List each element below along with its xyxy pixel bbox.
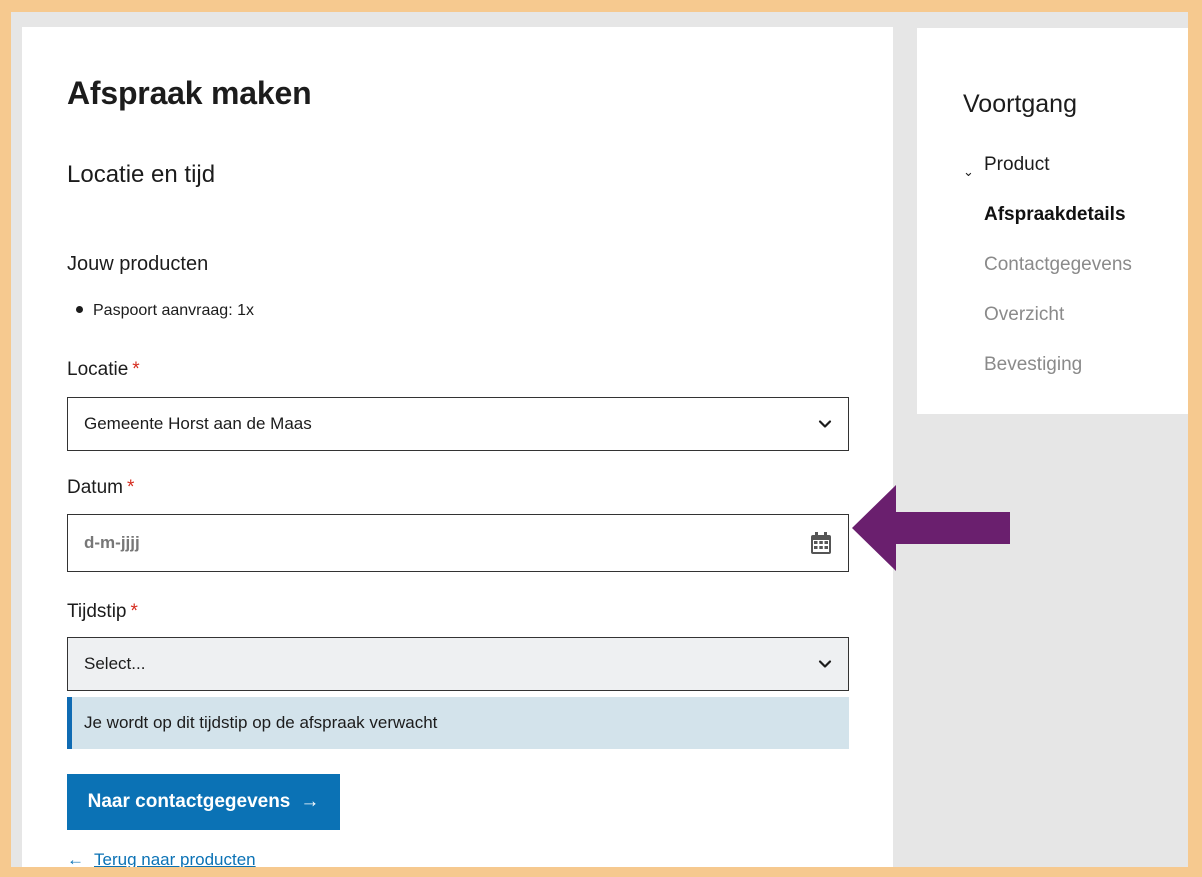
- calendar-icon[interactable]: [810, 531, 832, 555]
- time-select[interactable]: Select...: [67, 637, 849, 691]
- date-placeholder: d-m-jjjj: [84, 533, 140, 552]
- step-contactgegevens: Contactgegevens: [984, 254, 1132, 275]
- info-message: Je wordt op dit tijdstip op de afspraak …: [67, 697, 849, 749]
- step-bevestiging: Bevestiging: [984, 354, 1083, 375]
- back-link-label: Terug naar producten: [94, 850, 256, 867]
- step-afspraakdetails: Afspraakdetails: [984, 204, 1126, 225]
- arrow-left-icon: ←: [67, 850, 84, 867]
- required-marker: *: [132, 359, 140, 380]
- time-label: Tijdstip *: [67, 601, 138, 622]
- page-title: Afspraak maken: [67, 75, 312, 111]
- check-icon: ⌄: [963, 164, 974, 179]
- date-label: Datum *: [67, 477, 135, 498]
- chevron-down-icon: [818, 420, 832, 428]
- step-overzicht: Overzicht: [984, 304, 1065, 325]
- required-marker: *: [130, 601, 138, 622]
- required-marker: *: [126, 477, 135, 498]
- time-value: Select...: [84, 654, 146, 673]
- progress-panel: Voortgang ⌄ Product Afspraakdetails Cont…: [917, 28, 1188, 414]
- annotation-arrow-icon: [852, 485, 1010, 571]
- back-link[interactable]: ← Terug naar producten: [67, 850, 256, 867]
- progress-title: Voortgang: [963, 90, 1077, 118]
- chevron-down-icon: [818, 660, 832, 668]
- progress-steps: ⌄ Product Afspraakdetails Contactgegeven…: [917, 152, 1132, 402]
- next-button[interactable]: Naar contactgegevens →: [67, 774, 340, 830]
- location-label: Locatie *: [67, 359, 140, 380]
- products-label: Jouw producten: [67, 253, 209, 275]
- next-button-label: Naar contactgegevens: [87, 791, 291, 812]
- page-frame: Afspraak maken Locatie en tijd Jouw prod…: [11, 12, 1188, 867]
- step-product: ⌄ Product: [917, 152, 1132, 202]
- date-input[interactable]: d-m-jjjj: [67, 514, 849, 572]
- location-select[interactable]: Gemeente Horst aan de Maas: [67, 397, 849, 451]
- arrow-right-icon: →: [300, 791, 320, 812]
- product-list: Paspoort aanvraag: 1x: [76, 302, 254, 320]
- section-title: Locatie en tijd: [67, 161, 216, 188]
- location-value: Gemeente Horst aan de Maas: [84, 414, 312, 433]
- list-item: Paspoort aanvraag: 1x: [76, 302, 254, 320]
- main-panel: Afspraak maken Locatie en tijd Jouw prod…: [22, 27, 893, 867]
